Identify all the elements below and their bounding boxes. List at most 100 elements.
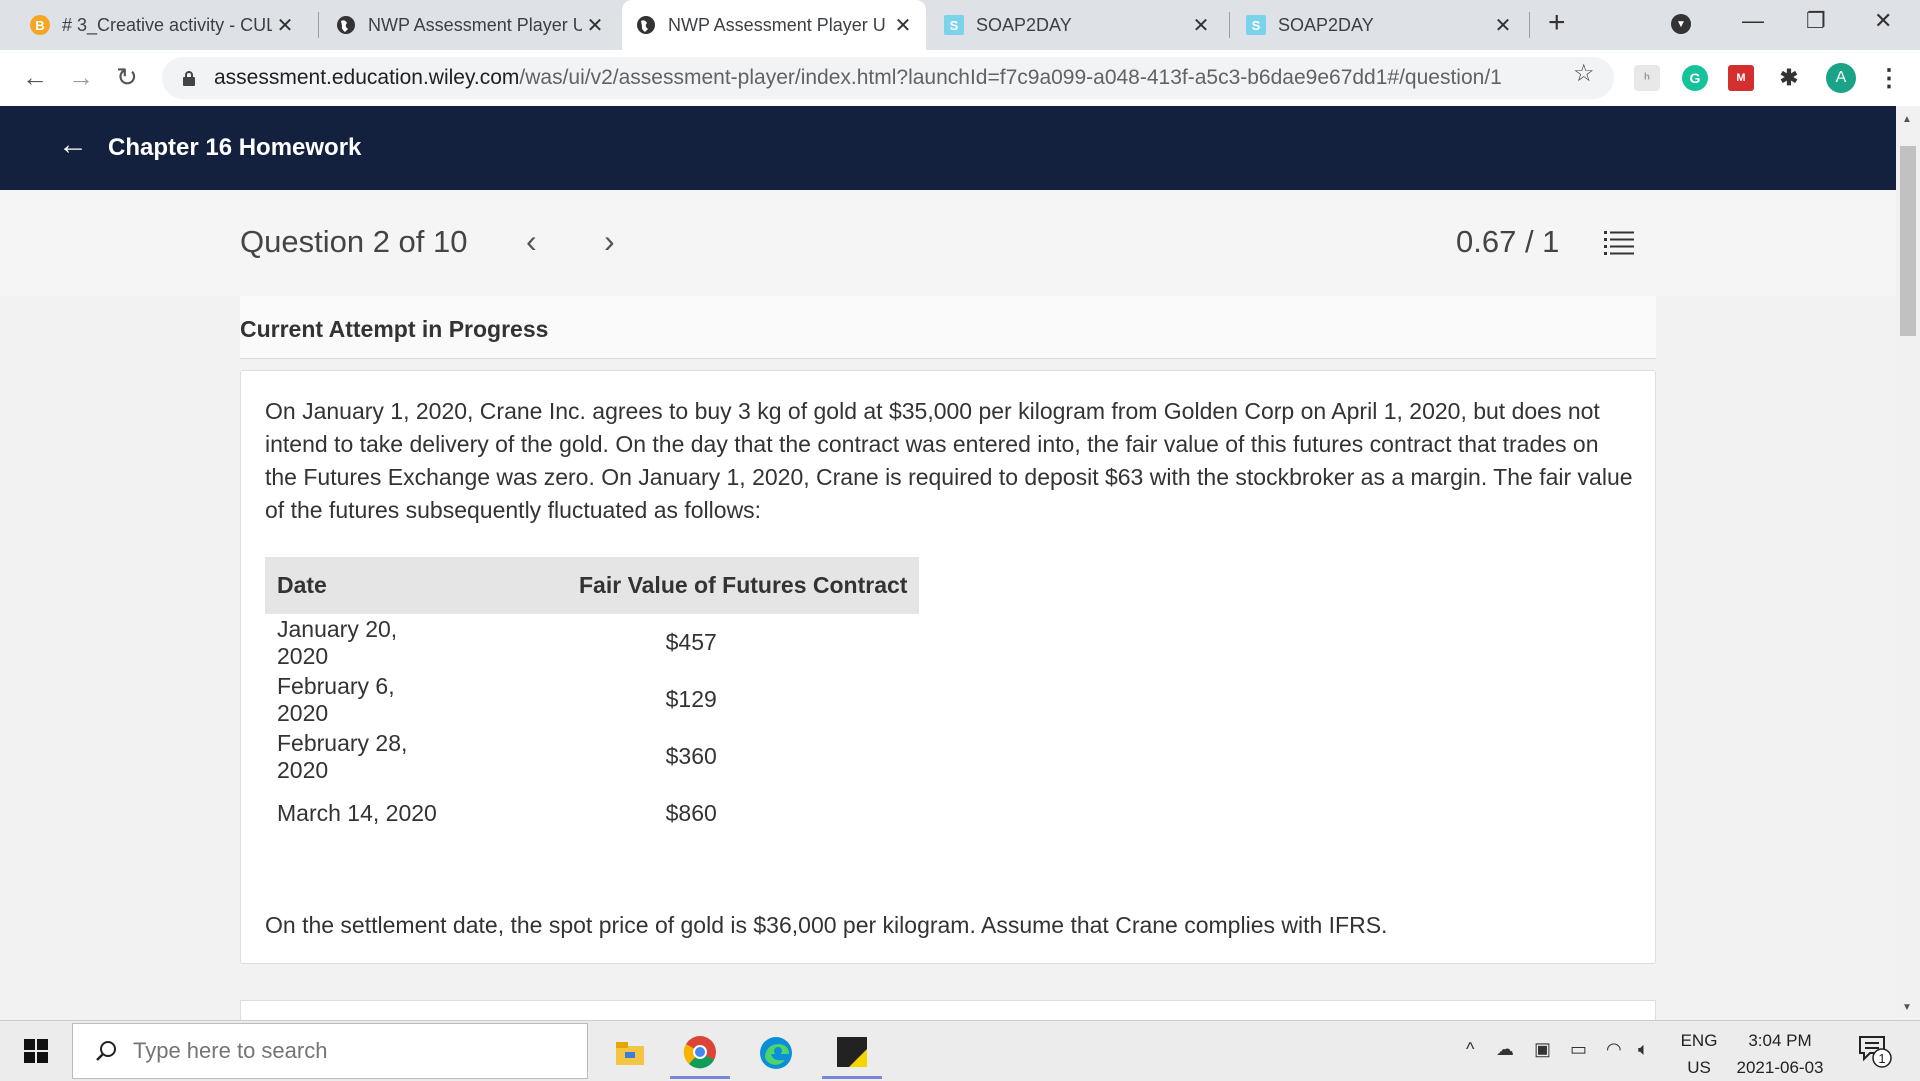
fair-value-cell: $129 bbox=[665, 686, 717, 712]
scrollbar-thumb[interactable] bbox=[1900, 146, 1916, 336]
close-tab-icon[interactable]: ✕ bbox=[272, 13, 298, 38]
next-card bbox=[240, 1000, 1656, 1020]
globe-icon bbox=[636, 15, 656, 35]
question-closing-text: On the settlement date, the spot price o… bbox=[265, 912, 1388, 938]
tab-title: SOAP2DAY bbox=[1278, 14, 1374, 35]
table-row: March 14, 2020 $860 bbox=[265, 785, 919, 842]
date-cell: February 28, 2020 bbox=[277, 729, 408, 783]
tab-separator bbox=[318, 12, 319, 38]
close-tab-icon[interactable]: ✕ bbox=[890, 13, 916, 38]
windows-start-icon[interactable] bbox=[24, 1039, 48, 1063]
close-tab-icon[interactable]: ✕ bbox=[1490, 13, 1516, 38]
question-list-icon[interactable] bbox=[1604, 230, 1634, 256]
browser-tab[interactable]: NWP Assessment Player U ✕ bbox=[322, 0, 618, 50]
browser-tab[interactable]: S SOAP2DAY ✕ bbox=[930, 0, 1224, 50]
new-tab-button[interactable]: + bbox=[1548, 6, 1566, 40]
browser-tab[interactable]: S SOAP2DAY ✕ bbox=[1232, 0, 1526, 50]
profile-avatar[interactable]: A bbox=[1826, 63, 1856, 93]
sticky-notes-icon[interactable] bbox=[822, 1027, 882, 1079]
browser-toolbar: ← → ↻ assessment.education.wiley.com/was… bbox=[0, 50, 1920, 106]
fair-value-cell: $360 bbox=[665, 743, 717, 769]
chrome-icon[interactable] bbox=[670, 1027, 730, 1079]
close-tab-icon[interactable]: ✕ bbox=[582, 13, 608, 38]
globe-icon bbox=[336, 15, 356, 35]
browser-menu-icon[interactable]: ⋮ bbox=[1876, 65, 1902, 92]
windows-taskbar: ^ ☁ ▣ ▭ ◠ 🔈︎ ENG US 3:04 PM 2021-06-03 1 bbox=[0, 1020, 1920, 1081]
notification-center-icon[interactable]: 1 bbox=[1858, 1035, 1894, 1074]
next-question-icon[interactable]: › bbox=[604, 223, 615, 260]
extension-m-icon[interactable]: M bbox=[1728, 65, 1754, 91]
browser-tab[interactable]: B # 3_Creative activity - CUL ✕ bbox=[16, 0, 308, 50]
close-tab-icon[interactable]: ✕ bbox=[1188, 13, 1214, 38]
column-header-fair-value: Fair Value of Futures Contract bbox=[463, 557, 920, 614]
question-score: 0.67 / 1 bbox=[1456, 224, 1560, 259]
fair-value-cell: $457 bbox=[665, 629, 717, 655]
scroll-up-icon[interactable]: ▲ bbox=[1902, 114, 1912, 125]
extensions-puzzle-icon[interactable]: ✱ bbox=[1776, 65, 1802, 91]
lock-icon bbox=[183, 71, 195, 86]
app-header: ← Chapter 16 Homework bbox=[0, 106, 1896, 190]
table-header-row: Date Fair Value of Futures Contract bbox=[265, 557, 920, 614]
battery-icon[interactable]: ▭ bbox=[1570, 1039, 1587, 1060]
tab-title: # 3_Creative activity - CUL bbox=[62, 14, 272, 35]
language-code: ENG bbox=[1680, 1031, 1718, 1050]
restore-icon[interactable]: ❐ bbox=[1806, 8, 1826, 34]
question-counter: Question 2 of 10 bbox=[240, 224, 468, 259]
previous-question-icon[interactable]: ‹ bbox=[526, 223, 537, 260]
search-input[interactable] bbox=[131, 1037, 555, 1065]
s-badge-icon: S bbox=[944, 15, 964, 35]
scroll-down-icon[interactable]: ▼ bbox=[1902, 1002, 1912, 1013]
clock-date: 2021-06-03 bbox=[1736, 1058, 1824, 1077]
url-text: assessment.education.wiley.com/was/ui/v2… bbox=[214, 66, 1502, 90]
table-row: January 20, 2020 $457 bbox=[265, 614, 919, 671]
date-cell: February 6, 2020 bbox=[277, 672, 395, 726]
question-content: Current Attempt in Progress On January 1… bbox=[0, 296, 1896, 1020]
translate-extension-icon[interactable]: ʰ bbox=[1634, 65, 1660, 91]
tab-title: NWP Assessment Player U bbox=[368, 14, 582, 35]
back-arrow-icon[interactable]: ← bbox=[22, 62, 48, 93]
table-row: February 28, 2020 $360 bbox=[265, 728, 919, 785]
edge-icon[interactable] bbox=[746, 1027, 806, 1079]
search-icon bbox=[96, 1041, 116, 1061]
file-explorer-icon[interactable] bbox=[600, 1027, 660, 1079]
back-arrow-icon[interactable]: ← bbox=[58, 128, 88, 162]
date-cell: March 14, 2020 bbox=[277, 800, 437, 826]
attempt-banner: Current Attempt in Progress bbox=[240, 296, 1656, 359]
window-close-icon[interactable]: ✕ bbox=[1874, 8, 1892, 34]
question-card: On January 1, 2020, Crane Inc. agrees to… bbox=[240, 370, 1656, 964]
tab-separator bbox=[1529, 12, 1530, 38]
meet-now-icon[interactable]: ▣ bbox=[1534, 1039, 1551, 1060]
b-badge-icon: B bbox=[30, 15, 50, 35]
input-language[interactable]: ENG US bbox=[1676, 1027, 1722, 1081]
region-code: US bbox=[1687, 1058, 1711, 1077]
volume-icon[interactable]: 🔈︎ bbox=[1638, 1039, 1649, 1060]
fair-value-table: Date Fair Value of Futures Contract Janu… bbox=[265, 557, 920, 842]
onedrive-cloud-icon[interactable]: ☁ bbox=[1496, 1039, 1514, 1060]
browser-tab-active[interactable]: NWP Assessment Player U ✕ bbox=[622, 0, 926, 50]
minimize-icon[interactable]: — bbox=[1742, 8, 1764, 34]
fair-value-cell: $860 bbox=[665, 800, 717, 826]
s-badge-icon: S bbox=[1246, 15, 1266, 35]
reload-icon[interactable]: ↻ bbox=[116, 62, 138, 93]
address-bar[interactable]: assessment.education.wiley.com/was/ui/v2… bbox=[162, 57, 1614, 99]
date-cell: January 20, 2020 bbox=[277, 615, 398, 669]
question-text: On January 1, 2020, Crane Inc. agrees to… bbox=[265, 398, 1633, 523]
url-path: /was/ui/v2/assessment-player/index.html?… bbox=[519, 66, 1502, 89]
attempt-status: Current Attempt in Progress bbox=[240, 316, 549, 342]
grammarly-icon[interactable]: G bbox=[1682, 65, 1708, 91]
browser-tab-strip: B # 3_Creative activity - CUL ✕ NWP Asse… bbox=[0, 0, 1920, 50]
forward-arrow-icon[interactable]: → bbox=[68, 62, 94, 93]
wifi-icon[interactable]: ◠ bbox=[1606, 1039, 1622, 1060]
page-scrollbar[interactable]: ▲ ▼ bbox=[1896, 106, 1920, 1020]
show-hidden-icons-icon[interactable]: ^ bbox=[1466, 1039, 1474, 1060]
bookmark-star-icon[interactable]: ☆ bbox=[1573, 59, 1595, 88]
notification-count: 1 bbox=[1878, 1051, 1885, 1066]
taskbar-search[interactable] bbox=[72, 1023, 588, 1079]
clock-time: 3:04 PM bbox=[1748, 1031, 1812, 1050]
tab-search-icon[interactable]: ▼ bbox=[1671, 14, 1691, 34]
url-host: assessment.education.wiley.com bbox=[214, 66, 520, 89]
tab-title: SOAP2DAY bbox=[976, 14, 1072, 35]
table-row: February 6, 2020 $129 bbox=[265, 671, 919, 728]
system-clock[interactable]: 3:04 PM 2021-06-03 bbox=[1730, 1027, 1830, 1081]
tab-separator bbox=[1229, 12, 1230, 38]
